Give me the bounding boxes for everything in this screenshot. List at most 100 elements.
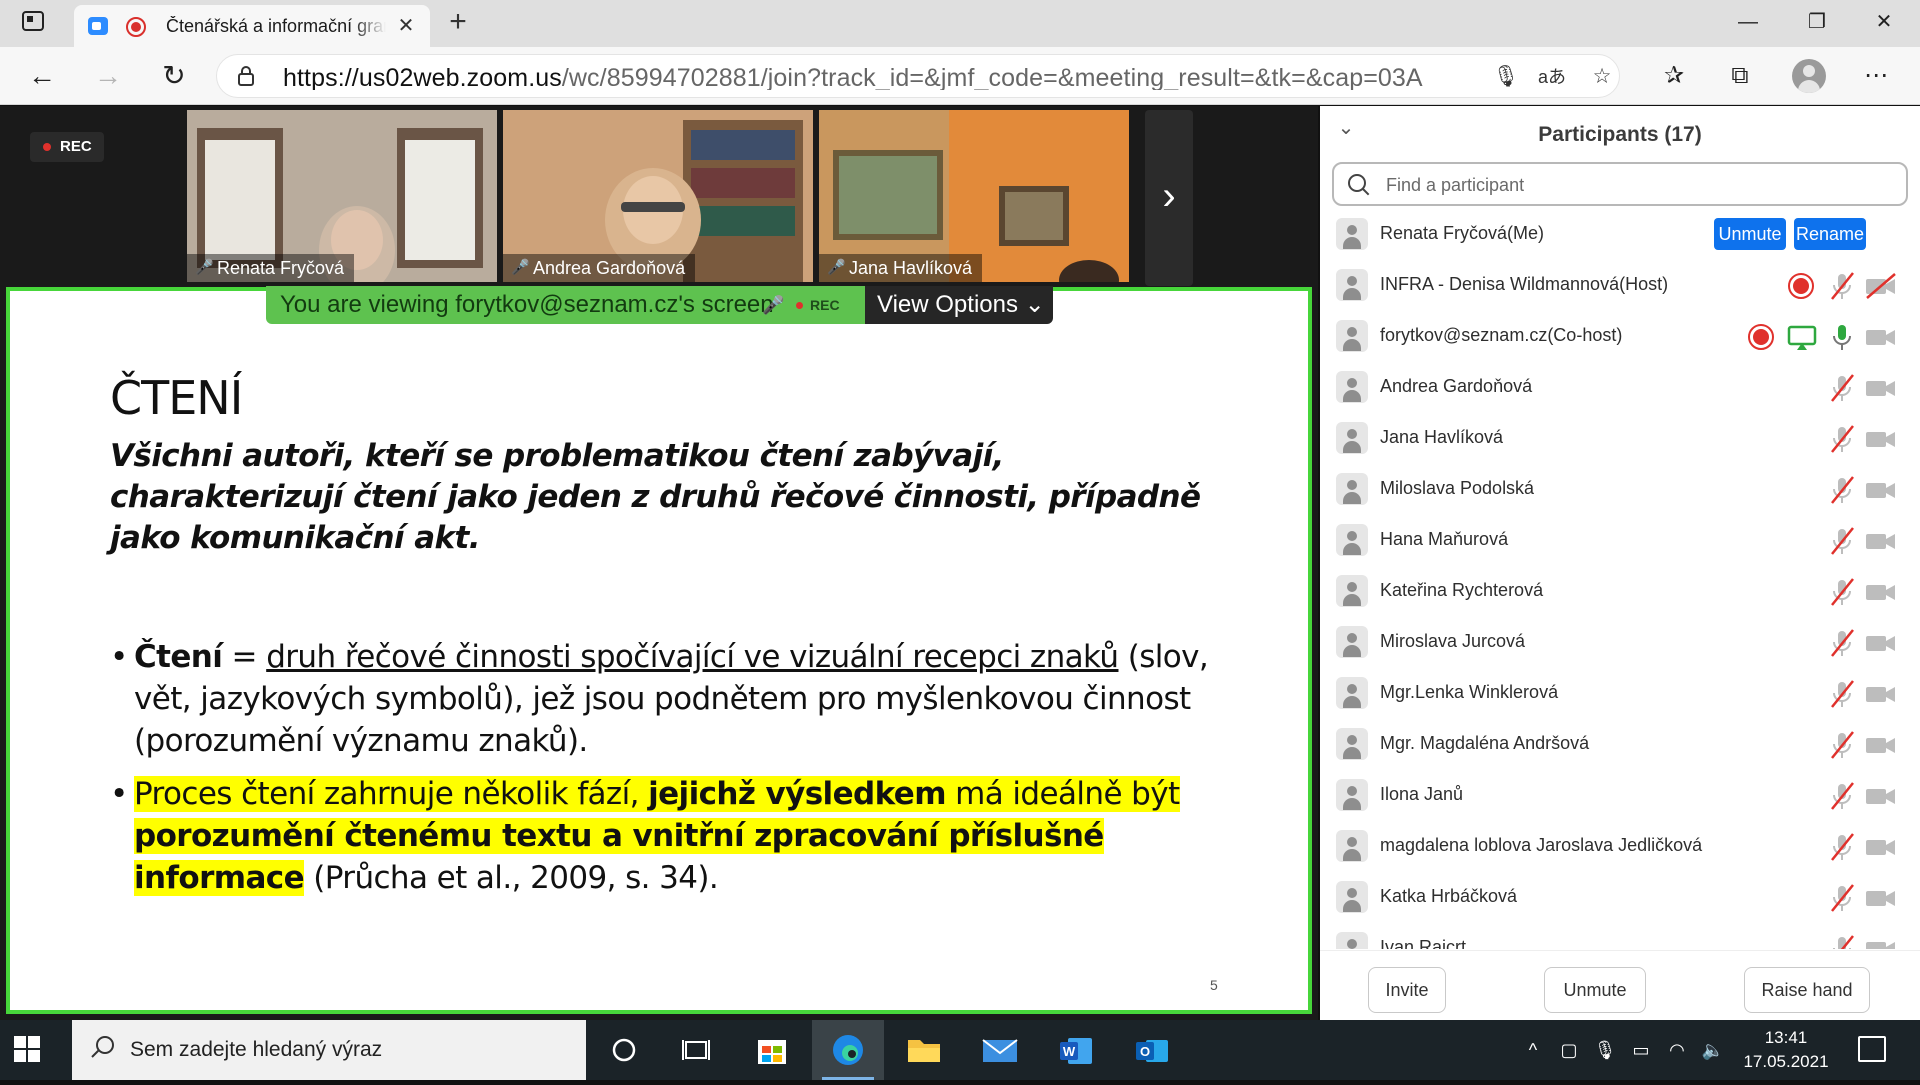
rec-indicator: REC — [794, 286, 840, 324]
participant-row[interactable]: Miroslava Jurcová — [1320, 617, 1920, 668]
participant-row[interactable]: INFRA - Denisa Wildmannová(Host) — [1320, 260, 1920, 311]
video-camera-icon — [1864, 730, 1896, 760]
view-options-label: View Options — [877, 291, 1018, 318]
participants-panel: ⌄ Participants (17) Renata Fryčová(Me) U… — [1320, 106, 1920, 1020]
read-aloud-icon[interactable]: aあ — [1537, 63, 1567, 91]
video-camera-icon — [1864, 883, 1896, 913]
participant-row[interactable]: Renata Fryčová(Me) Unmute Rename — [1320, 209, 1920, 260]
participant-name: Ivan Rajcrt — [1380, 937, 1467, 949]
participant-row[interactable]: Ilona Janů — [1320, 770, 1920, 821]
video-thumbnail[interactable]: 🎤 Jana Havlíková — [819, 110, 1129, 282]
add-favorite-icon[interactable]: ☆ — [1587, 63, 1617, 91]
microphone-icon[interactable]: 🎙 — [1592, 1038, 1618, 1062]
participant-row[interactable]: Hana Maňurová — [1320, 515, 1920, 566]
participant-row[interactable]: Mgr. Magdaléna Andršová — [1320, 719, 1920, 770]
avatar — [1336, 881, 1368, 913]
video-camera-icon — [1864, 679, 1896, 709]
chevron-down-icon: ⌄ — [1024, 291, 1045, 318]
start-windows-icon[interactable] — [14, 1036, 42, 1064]
view-options-button[interactable]: View Options ⌄ — [865, 286, 1053, 324]
screen-share-icon — [1786, 322, 1818, 352]
participant-row[interactable]: Jana Havlíková — [1320, 413, 1920, 464]
muted-mic-icon — [1826, 271, 1858, 301]
citation: (Průcha et al., 2009, s. 34). — [304, 860, 719, 896]
url-text[interactable]: https://us02web.zoom.us/wc/85994702881/j… — [283, 64, 1423, 90]
refresh-button[interactable]: ↻ — [154, 56, 194, 96]
slide-lead: Všichni autoři, kteří se problematikou č… — [110, 438, 1201, 556]
participant-name: magdalena loblova Jaroslava Jedličková — [1380, 835, 1703, 855]
equals: = — [222, 639, 267, 675]
unmute-self-button[interactable]: Unmute — [1544, 967, 1646, 1013]
back-button[interactable]: ← — [22, 56, 62, 96]
notifications-icon[interactable] — [1858, 1036, 1886, 1062]
search-input[interactable] — [1386, 170, 1886, 200]
slide-page-number: 5 — [1210, 977, 1218, 993]
muted-mic-icon — [1826, 577, 1858, 607]
show-hidden-icons-chevron-icon[interactable]: ^ — [1520, 1038, 1546, 1062]
taskbar-search[interactable]: Sem zadejte hledaný výraz — [72, 1020, 586, 1080]
cortana-icon[interactable] — [588, 1020, 660, 1080]
next-page-chevron-icon[interactable]: › — [1145, 110, 1193, 286]
edge-browser-icon[interactable] — [812, 1020, 884, 1080]
bullet-dot: • — [110, 639, 128, 675]
avatar — [1336, 473, 1368, 505]
participant-row[interactable]: Andrea Gardoňová — [1320, 362, 1920, 413]
address-bar[interactable]: https://us02web.zoom.us/wc/85994702881/j… — [216, 54, 1620, 98]
mail-icon[interactable] — [964, 1020, 1036, 1080]
meet-now-icon[interactable]: ▢ — [1556, 1038, 1582, 1062]
participants-title: Participants (17) — [1538, 123, 1702, 146]
unmute-button[interactable]: Unmute — [1714, 218, 1786, 250]
window-close-button[interactable]: ✕ — [1854, 4, 1914, 40]
zoom-favicon-icon — [88, 17, 108, 35]
restore-button[interactable]: ❐ — [1787, 4, 1847, 40]
tab-actions-icon[interactable] — [18, 10, 48, 36]
participant-row[interactable]: Katka Hrbáčková — [1320, 872, 1920, 923]
video-camera-icon — [1864, 322, 1896, 352]
new-tab-button[interactable]: + — [441, 6, 475, 40]
battery-icon[interactable]: ▭ — [1628, 1038, 1654, 1062]
muted-mic-icon: 🎤 — [195, 259, 214, 276]
invite-button[interactable]: Invite — [1368, 967, 1446, 1013]
participant-name-label: 🎤 Renata Fryčová — [187, 254, 355, 282]
store-icon[interactable] — [736, 1020, 808, 1080]
taskbar-clock[interactable]: 13:41 17.05.2021 — [1734, 1026, 1838, 1074]
favorites-icon[interactable]: ✰ — [1656, 59, 1692, 93]
volume-icon[interactable]: 🔈 — [1700, 1038, 1726, 1062]
forward-button[interactable]: → — [88, 56, 128, 96]
participant-search[interactable] — [1332, 162, 1908, 206]
participant-row[interactable]: Mgr.Lenka Winklerová — [1320, 668, 1920, 719]
word-icon[interactable]: W — [1040, 1020, 1112, 1080]
task-view-icon[interactable] — [660, 1020, 732, 1080]
file-explorer-icon[interactable] — [888, 1020, 960, 1080]
raise-hand-button[interactable]: Raise hand — [1744, 967, 1870, 1013]
participant-row[interactable]: Ivan Rajcrt — [1320, 923, 1920, 949]
participant-row[interactable]: magdalena loblova Jaroslava Jedličková — [1320, 821, 1920, 872]
participant-row[interactable]: forytkov@seznam.cz(Co-host) — [1320, 311, 1920, 362]
outlook-icon[interactable]: O — [1116, 1020, 1188, 1080]
search-icon — [1346, 172, 1372, 198]
lock-icon[interactable] — [237, 65, 259, 89]
participant-row[interactable]: Kateřina Rychterová — [1320, 566, 1920, 617]
url-path: /wc/85994702881/join?track_id=&jmf_code=… — [561, 64, 1423, 90]
viewing-screen-banner: You are viewing forytkov@seznam.cz's scr… — [266, 286, 866, 324]
video-camera-icon — [1864, 526, 1896, 556]
profile-avatar[interactable] — [1792, 59, 1826, 93]
participant-name: Mgr.Lenka Winklerová — [1380, 682, 1559, 702]
recording-icon — [1788, 273, 1814, 299]
browser-tab[interactable]: Čtenářská a informační gram ✕ — [74, 5, 430, 47]
more-menu-icon[interactable]: ⋯ — [1858, 59, 1894, 93]
collections-icon[interactable]: ⧉ — [1722, 59, 1758, 93]
participant-name: Miloslava Podolská — [1380, 478, 1535, 498]
shared-screen: ČTENÍ Všichni autoři, kteří se problemat… — [6, 287, 1312, 1014]
muted-mic-icon — [1826, 883, 1858, 913]
minimize-button[interactable]: — — [1718, 4, 1778, 40]
video-thumbnail[interactable]: 🎤 Andrea Gardoňová — [503, 110, 813, 282]
wifi-icon[interactable]: ◠ — [1664, 1038, 1690, 1062]
rename-button[interactable]: Rename — [1794, 218, 1866, 250]
microphone-icon[interactable]: 🎙 — [1491, 63, 1521, 91]
video-thumbnail[interactable]: 🎤 Renata Fryčová — [187, 110, 497, 282]
avatar — [1336, 371, 1368, 403]
tab-close-icon[interactable]: ✕ — [394, 14, 418, 38]
taskbar-search-text: Sem zadejte hledaný výraz — [130, 1038, 383, 1061]
participant-row[interactable]: Miloslava Podolská — [1320, 464, 1920, 515]
